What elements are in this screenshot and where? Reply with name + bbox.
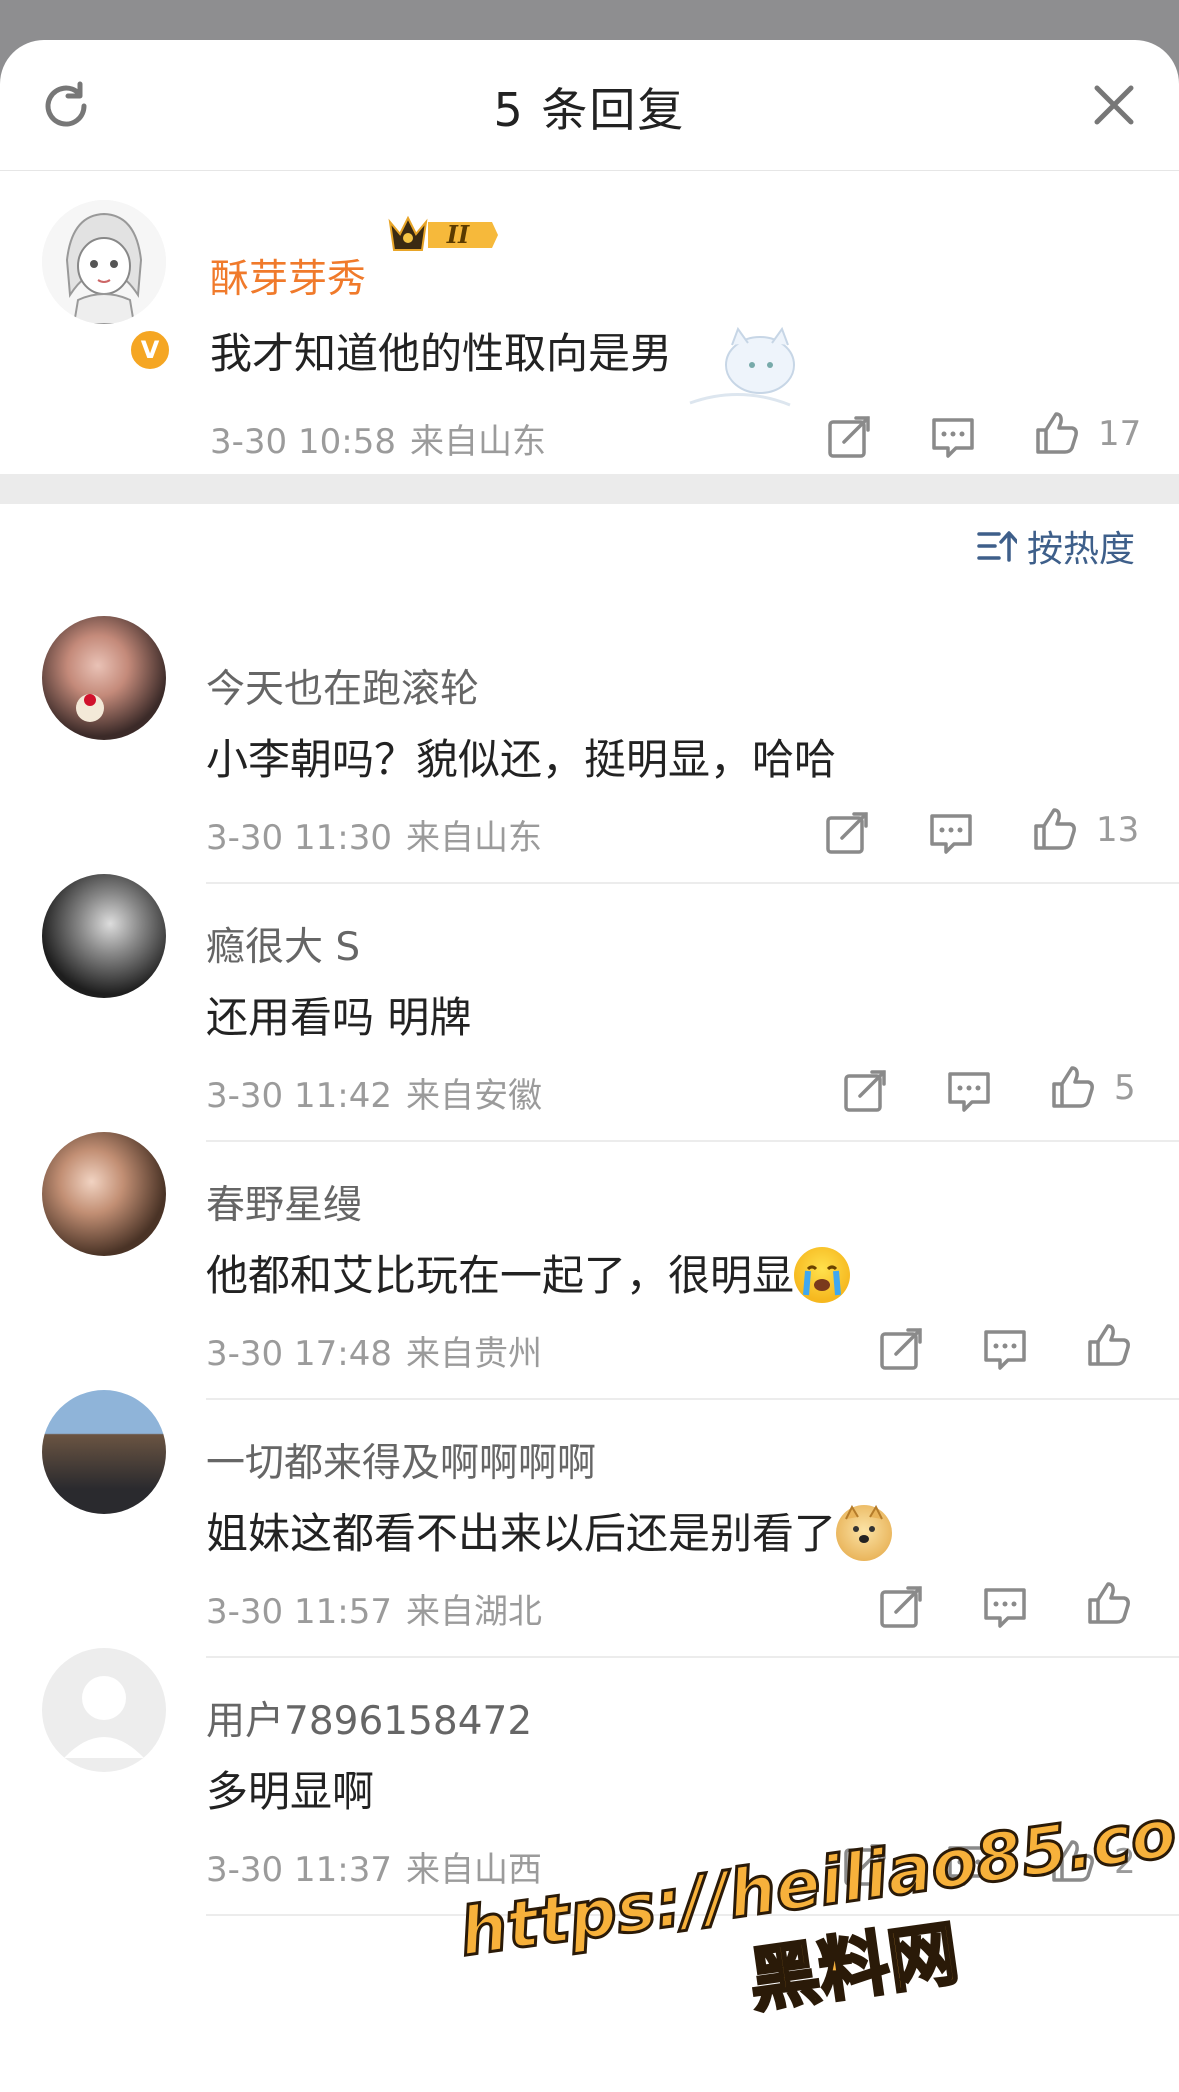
divider <box>206 1140 1179 1142</box>
username[interactable]: 瘾很大 S <box>206 916 360 972</box>
comment-meta: 3-30 11:37 来自山西 <box>206 1842 542 1891</box>
comment-meta: 3-30 11:30 来自山东 <box>206 810 542 859</box>
replies-sheet: 5 条回复 V 酥芽芽秀 II 我才知道他的性取向是男 3-30 10:58 来… <box>0 40 1179 2092</box>
timestamp: 3-30 11:57 <box>206 1592 392 1632</box>
comment-text-body: 他都和艾比玩在一起了，很明显 <box>206 1251 795 1300</box>
location: 来自贵州 <box>405 1334 542 1374</box>
like-icon[interactable] <box>1032 806 1078 852</box>
like-icon[interactable] <box>1050 1064 1096 1110</box>
divider <box>206 882 1179 884</box>
level-badge-text: II <box>446 220 470 249</box>
comment-icon[interactable] <box>982 1584 1028 1630</box>
comment-text: 姐妹这都看不出来以后还是别看了 <box>206 1500 893 1565</box>
verified-badge: V <box>128 328 172 372</box>
username[interactable]: 今天也在跑滚轮 <box>206 658 479 714</box>
watermark: https://heiliao85.com 黑料网 <box>454 1783 1179 2092</box>
username[interactable]: 酥芽芽秀 <box>210 248 366 304</box>
location: 来自山东 <box>409 422 546 462</box>
comment-meta: 3-30 11:57 来自湖北 <box>206 1584 542 1633</box>
doge-emoji-icon <box>836 1504 893 1561</box>
location: 来自安徽 <box>405 1076 542 1116</box>
avatar[interactable] <box>42 1132 166 1256</box>
avatar[interactable] <box>42 1648 166 1772</box>
close-icon[interactable] <box>1089 80 1139 130</box>
sheet-header: 5 条回复 <box>0 40 1179 171</box>
location: 来自山西 <box>405 1850 542 1890</box>
anime-avatar-icon <box>42 200 166 324</box>
comment-text: 他都和艾比玩在一起了，很明显 <box>206 1242 851 1307</box>
like-count: 13 <box>1096 810 1140 850</box>
default-user-icon <box>64 1676 144 1758</box>
avatar[interactable] <box>42 616 166 740</box>
share-icon[interactable] <box>826 414 872 460</box>
comment-icon[interactable] <box>982 1326 1028 1372</box>
comment-text: 我才知道他的性取向是男 <box>210 329 673 378</box>
comment-text: 小李朝吗？貌似还，挺明显，哈哈 <box>206 735 837 784</box>
timestamp: 3-30 10:58 <box>210 422 396 462</box>
comment-icon[interactable] <box>930 414 976 460</box>
divider <box>206 1398 1179 1400</box>
timestamp: 3-30 11:37 <box>206 1850 392 1890</box>
username[interactable]: 用户7896158472 <box>206 1690 532 1746</box>
comment-text: 还用看吗 明牌 <box>206 993 472 1042</box>
timestamp: 3-30 11:42 <box>206 1076 392 1116</box>
comment-text-body: 姐妹这都看不出来以后还是别看了 <box>206 1509 837 1558</box>
avatar[interactable] <box>42 200 166 324</box>
avatar[interactable] <box>42 874 166 998</box>
crying-face-emoji-icon <box>794 1246 851 1303</box>
share-icon[interactable] <box>824 810 870 856</box>
like-count: 17 <box>1098 414 1142 454</box>
comment-text: 多明显啊 <box>206 1767 375 1816</box>
comment-icon[interactable] <box>946 1068 992 1114</box>
vip-crown-badge: II <box>388 215 498 251</box>
sort-label: 按热度 <box>1026 529 1135 570</box>
section-divider <box>0 474 1179 504</box>
share-icon[interactable] <box>878 1326 924 1372</box>
divider <box>206 1656 1179 1658</box>
comment-icon[interactable] <box>928 810 974 856</box>
share-icon[interactable] <box>842 1068 888 1114</box>
username[interactable]: 一切都来得及啊啊啊啊 <box>206 1432 596 1488</box>
comment-meta: 3-30 11:42 来自安徽 <box>206 1068 542 1117</box>
share-icon[interactable] <box>878 1584 924 1630</box>
timestamp: 3-30 17:48 <box>206 1334 392 1374</box>
sort-button[interactable]: 按热度 <box>977 520 1135 572</box>
cat-sticker-icon <box>689 326 795 407</box>
comment-meta: 3-30 17:48 来自贵州 <box>206 1326 542 1375</box>
like-icon[interactable] <box>1086 1580 1132 1626</box>
username[interactable]: 春野星缦 <box>206 1174 362 1230</box>
like-icon[interactable] <box>1086 1322 1132 1368</box>
timestamp: 3-30 11:30 <box>206 818 392 858</box>
like-count: 5 <box>1114 1068 1136 1108</box>
like-icon[interactable] <box>1034 410 1080 456</box>
location: 来自湖北 <box>405 1592 542 1632</box>
sheet-title: 5 条回复 <box>493 83 686 137</box>
avatar[interactable] <box>42 1390 166 1514</box>
comment-meta: 3-30 10:58 来自山东 <box>210 414 546 463</box>
location: 来自山东 <box>405 818 542 858</box>
sort-icon <box>977 531 1017 562</box>
